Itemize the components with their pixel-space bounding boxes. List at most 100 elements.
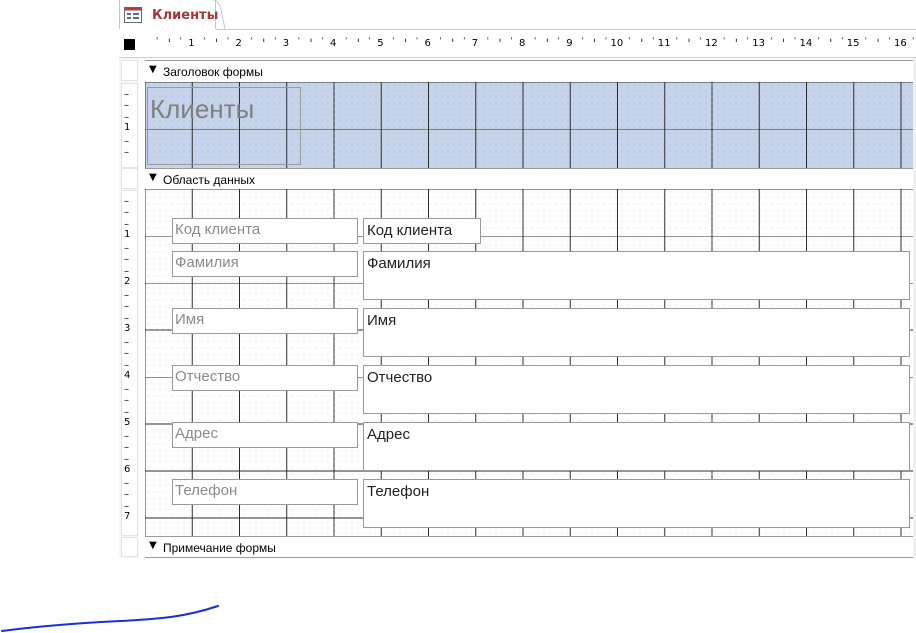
field-control-text: Отчество <box>367 369 433 386</box>
ruler-number: 3 <box>124 323 131 334</box>
ruler-tick: ˈ <box>604 37 608 47</box>
ruler-tick: ˈ <box>297 37 301 47</box>
ruler-tick: ˈ <box>533 37 537 47</box>
ruler-tick: ˈ <box>510 37 513 47</box>
section-collapse-icon: ▼ <box>149 540 157 551</box>
ruler-dash: – <box>124 243 129 254</box>
ruler-number: 4 <box>330 38 337 49</box>
ruler-dash: – <box>124 290 129 301</box>
tab-title[interactable]: Клиенты <box>152 8 218 23</box>
field-control-text: Телефон <box>367 483 430 500</box>
ruler-number: 3 <box>282 38 290 49</box>
field-control-address[interactable]: Адрес <box>363 422 910 471</box>
field-label-text: Отчество <box>175 368 241 385</box>
field-label-phone[interactable]: Телефон <box>172 479 358 505</box>
ruler-dash: – <box>124 337 129 348</box>
field-control-client-id[interactable]: Код клиента <box>363 218 481 244</box>
ruler-dash: – <box>124 301 129 312</box>
field-label-last-name[interactable]: Фамилия <box>172 251 358 277</box>
ruler-tick: ˈ <box>203 37 206 47</box>
ruler-tick: ˈ <box>273 37 277 47</box>
field-label-text: Код клиента <box>175 221 261 238</box>
ruler-dash: – <box>124 395 129 406</box>
form-selector-button[interactable] <box>124 39 135 50</box>
ruler-number: 5 <box>377 38 384 49</box>
ruler-dash: – <box>124 442 129 453</box>
section-bar-header[interactable]: ▼ Заголовок формы <box>145 60 916 82</box>
field-label-text: Фамилия <box>175 254 239 271</box>
ruler-tick: ˈ <box>439 37 442 47</box>
ruler-tick: ˈ <box>746 37 749 47</box>
section-bar-footer[interactable]: ▼ Примечание формы <box>145 536 916 558</box>
ruler-dash: – <box>124 136 129 147</box>
ruler-tick: ˈ <box>214 37 219 51</box>
field-label-text: Имя <box>175 311 205 328</box>
ruler-tick: ˈ <box>793 37 797 47</box>
ruler-tick: ˈ <box>734 37 738 51</box>
ruler-tick: ˈ <box>403 37 408 51</box>
ruler-number: 6 <box>124 464 131 475</box>
ruler-tick: ˈ <box>498 37 502 51</box>
ruler-segment-header-bar <box>121 60 138 81</box>
footer-bar-bottom-border <box>145 557 916 558</box>
field-control-phone[interactable]: Телефон <box>363 479 910 528</box>
ruler-tick: ˈ <box>486 37 490 47</box>
section-bar-detail[interactable]: ▼ Область данных <box>145 168 916 190</box>
field-control-first-name[interactable]: Имя <box>363 308 910 357</box>
ruler-tick: ˈ <box>557 37 560 47</box>
ruler-tick: ˈ <box>911 37 915 47</box>
ruler-tick: ˈ <box>876 37 880 51</box>
ruler-tick: ˈ <box>840 37 844 47</box>
ruler-number: 1 <box>124 122 131 133</box>
field-control-patronymic[interactable]: Отчество <box>363 365 910 414</box>
tabstrip-divider <box>216 29 916 30</box>
form-title-label[interactable]: Клиенты <box>150 94 254 125</box>
ruler-number: 6 <box>424 38 431 49</box>
ruler-number: 7 <box>124 511 131 522</box>
field-label-text: Адрес <box>175 425 218 442</box>
ruler-dash: – <box>124 384 129 395</box>
ruler-dash: – <box>124 196 129 207</box>
section-collapse-icon: ▼ <box>149 64 157 75</box>
ruler-tick: ˈ <box>451 37 455 51</box>
ruler-dash: – <box>124 89 129 100</box>
field-control-last-name[interactable]: Фамилия <box>363 251 910 300</box>
ruler-tick: ˈ <box>545 37 549 51</box>
ruler-tick: ˈ <box>356 37 360 51</box>
ruler-tick: ˈ <box>368 37 371 47</box>
ruler-dash: – <box>124 254 129 265</box>
ruler-tick: ˈ <box>675 37 679 47</box>
ruler-dash: – <box>124 147 129 158</box>
ruler-number: 1 <box>124 229 131 240</box>
field-label-patronymic[interactable]: Отчество <box>172 365 358 391</box>
ruler-tick: ˈ <box>415 37 419 47</box>
field-label-address[interactable]: Адрес <box>172 422 358 448</box>
ruler-number: 9 <box>566 38 573 49</box>
ruler-tick: ˈ <box>592 37 597 51</box>
ruler-tick: ˈ <box>640 37 644 51</box>
field-label-first-name[interactable]: Имя <box>172 308 358 334</box>
ruler-number: 2 <box>235 38 242 49</box>
form-icon <box>124 7 142 23</box>
ruler-tick: ˈ <box>687 37 691 51</box>
field-control-text: Имя <box>367 312 397 329</box>
ruler-number: 14 <box>799 38 813 49</box>
ruler-tick: ˈ <box>581 37 584 47</box>
ruler-tick: ˈ <box>628 37 631 47</box>
field-control-text: Фамилия <box>367 255 431 272</box>
ruler-number: 8 <box>519 38 526 49</box>
ruler-number: 7 <box>471 38 479 49</box>
ruler-tick: ˈ <box>321 37 324 47</box>
ruler-number: 4 <box>124 370 131 381</box>
ruler-tick: ˈ <box>699 37 702 47</box>
ruler-dash: – <box>124 207 129 218</box>
ruler-tick: ˈ <box>309 37 313 51</box>
ruler-number: 16 <box>894 38 907 49</box>
ruler-number: 11 <box>657 38 671 49</box>
ruler-tick: ˈ <box>462 37 466 47</box>
ruler-tick: ˈ <box>770 37 773 47</box>
ruler-dash: – <box>124 348 129 359</box>
section-label-detail: Область данных <box>163 173 255 187</box>
ruler-tick: ˈ <box>262 37 266 51</box>
field-label-client-id[interactable]: Код клиента <box>172 218 358 244</box>
